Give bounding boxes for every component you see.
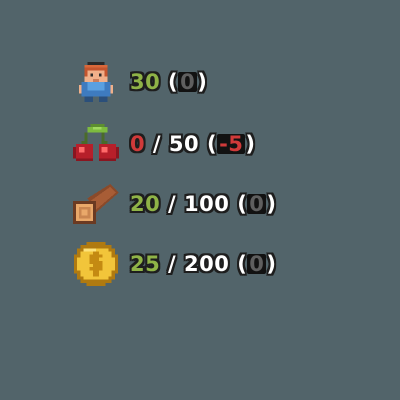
paren-close: ) (266, 252, 277, 276)
wood-delta: 0 (247, 192, 267, 216)
resource-panel: 30 (0) 0 / 50 (-5) 20 / 100 (0) 25 / 200… (0, 0, 400, 400)
wood-stat: 20 / 100 (0) (130, 192, 277, 216)
separator: / (160, 252, 185, 276)
wood-current: 20 (130, 192, 161, 216)
food-delta: -5 (217, 132, 246, 156)
population-current: 30 (130, 70, 161, 94)
paren-close: ) (266, 192, 277, 216)
wood-max: 100 (184, 192, 230, 216)
food-current: 0 (130, 132, 146, 156)
paren-open: ( (237, 192, 248, 216)
resource-row-food: 0 / 50 (-5) (72, 124, 256, 164)
separator: / (145, 132, 169, 156)
worker-icon (72, 62, 120, 102)
food-max: 50 (168, 132, 200, 156)
gold-max: 200 (184, 252, 230, 276)
paren-open: ( (237, 252, 248, 276)
coin-icon (72, 242, 120, 286)
log-icon (72, 184, 120, 224)
paren-close: ) (197, 70, 208, 94)
gold-current: 25 (130, 252, 161, 276)
gold-delta: 0 (247, 252, 267, 276)
resource-row-population: 30 (0) (72, 62, 207, 102)
resource-row-gold: 25 / 200 (0) (72, 242, 277, 286)
paren-open: ( (168, 70, 179, 94)
paren-close: ) (245, 132, 256, 156)
paren-open: ( (206, 132, 218, 156)
food-stat: 0 / 50 (-5) (130, 132, 256, 156)
population-delta: 0 (178, 70, 198, 94)
gold-stat: 25 / 200 (0) (130, 252, 277, 276)
resource-row-wood: 20 / 100 (0) (72, 184, 277, 224)
population-stat: 30 (0) (130, 70, 207, 94)
separator: / (160, 192, 185, 216)
cherry-icon (72, 124, 120, 164)
